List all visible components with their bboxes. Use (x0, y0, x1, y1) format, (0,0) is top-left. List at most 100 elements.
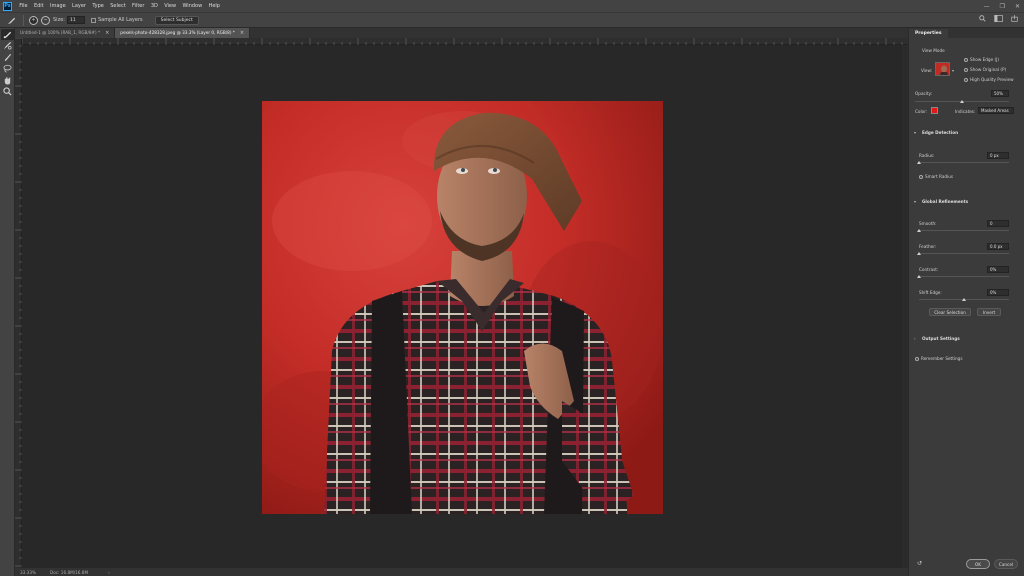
opacity-label: Opacity: (915, 91, 933, 96)
close-icon[interactable]: × (105, 28, 109, 38)
contrast-slider-track[interactable] (919, 276, 1009, 277)
menu-layer[interactable]: Layer (69, 0, 89, 12)
tab-label: Untitled-1 @ 100% (RAB_1, RGB/8#) * (20, 30, 101, 35)
chevron-down-icon[interactable]: ▾ (952, 68, 954, 73)
horizontal-ruler-ticks (21, 38, 903, 45)
view-mode-thumbnail[interactable] (935, 62, 950, 76)
smooth-label: Smooth: (919, 221, 937, 226)
smooth-input[interactable]: 0 (987, 220, 1009, 227)
quick-selection-tool-icon[interactable] (1, 29, 14, 40)
tab-label: pexels-photo-428328.jpeg @ 33.3% (Layer … (120, 30, 235, 35)
horizontal-ruler[interactable] (21, 38, 908, 45)
options-right-icons (979, 15, 1018, 24)
brush-tool-icon[interactable] (1, 52, 14, 63)
indicates-label: Indicates: (955, 109, 976, 114)
show-original-checkbox[interactable] (964, 68, 968, 72)
menu-window[interactable]: Window (179, 0, 205, 12)
tab-untitled-1[interactable]: Untitled-1 @ 100% (RAB_1, RGB/8#) * × (15, 28, 116, 38)
menu-3d[interactable]: 3D (148, 0, 161, 12)
vertical-ruler-ticks (15, 37, 22, 567)
reset-icon[interactable]: ↺ (917, 560, 922, 567)
smooth-slider-handle[interactable] (917, 229, 921, 232)
zoom-tool-icon[interactable] (1, 87, 14, 98)
view-mode-label: View Mode (922, 48, 945, 53)
close-icon[interactable]: × (240, 28, 244, 38)
hand-tool-icon[interactable] (1, 75, 14, 86)
properties-tab[interactable]: Properties (909, 29, 948, 38)
shift-edge-slider-handle[interactable] (962, 298, 966, 301)
minimize-icon[interactable]: — (984, 3, 990, 10)
menu-file[interactable]: File (16, 0, 31, 12)
remember-settings-label: Remember Settings (921, 356, 963, 361)
high-quality-preview-label: High Quality Preview (970, 77, 1014, 82)
view-mode-preview-icon (936, 63, 949, 75)
share-icon[interactable] (1011, 15, 1018, 24)
restore-icon[interactable]: ❐ (1000, 3, 1005, 10)
feather-slider-handle[interactable] (917, 252, 921, 255)
chevron-down-icon[interactable]: ▾ (914, 130, 916, 135)
subtract-from-selection-icon[interactable]: − (41, 15, 50, 25)
size-input[interactable]: 11 (66, 16, 85, 24)
ok-button[interactable]: OK (966, 559, 990, 569)
clear-selection-button[interactable]: Clear Selection (929, 308, 971, 316)
menu-edit[interactable]: Edit (31, 0, 47, 12)
add-to-selection-icon[interactable]: + (29, 15, 38, 25)
radius-label: Radius: (919, 153, 935, 158)
smart-radius-checkbox[interactable] (919, 175, 923, 179)
shift-edge-input[interactable]: 0% (987, 289, 1009, 296)
chevron-down-icon[interactable]: ▾ (914, 199, 916, 204)
show-original-label: Show Original (P) (970, 67, 1007, 72)
indicates-select[interactable]: Masked Areas (978, 107, 1014, 114)
menu-bar: Ps File Edit Image Layer Type Select Fil… (0, 0, 1024, 12)
tab-pexels-photo[interactable]: pexels-photo-428328.jpeg @ 33.3% (Layer … (115, 28, 251, 38)
contrast-input[interactable]: 0% (987, 266, 1009, 273)
workspace-icon[interactable] (994, 15, 1003, 24)
document-tabs: Untitled-1 @ 100% (RAB_1, RGB/8#) * × pe… (15, 28, 908, 38)
edge-detection-heading[interactable]: Edge Detection (922, 130, 958, 135)
chevron-right-icon[interactable]: › (914, 336, 916, 341)
zoom-level[interactable]: 33.33% (20, 570, 36, 575)
menu-filter[interactable]: Filter (129, 0, 148, 12)
doc-size: Doc: 16.8M/16.8M (49, 569, 89, 575)
feather-slider-track[interactable] (919, 253, 1009, 254)
overlay-color-swatch[interactable] (931, 107, 938, 114)
sample-all-layers-checkbox[interactable] (90, 17, 96, 23)
view-label: View: (921, 68, 933, 73)
remember-settings-checkbox[interactable] (915, 357, 919, 361)
menu-type[interactable]: Type (89, 0, 107, 12)
radius-slider-handle[interactable] (917, 161, 921, 164)
select-subject-button[interactable]: Select Subject (154, 15, 199, 25)
global-refinements-heading[interactable]: Global Refinements (922, 199, 968, 204)
smooth-slider-track[interactable] (919, 230, 1009, 231)
radius-slider-track[interactable] (919, 162, 1009, 163)
document-image[interactable] (262, 101, 663, 514)
sample-all-layers-label: Sample All Layers (97, 17, 143, 23)
search-icon[interactable] (979, 15, 986, 24)
show-edge-checkbox[interactable] (964, 58, 968, 62)
refine-edge-brush-icon[interactable] (1, 41, 14, 52)
invert-button[interactable]: Invert (977, 308, 1001, 316)
opacity-input[interactable]: 50% (991, 90, 1009, 97)
menu-help[interactable]: Help (205, 0, 223, 12)
properties-panel: Properties View Mode View: ▾ Show Edge (… (908, 28, 1024, 576)
contrast-slider-handle[interactable] (917, 275, 921, 278)
cancel-button[interactable]: Cancel (994, 559, 1018, 569)
opacity-slider-handle[interactable] (960, 100, 964, 103)
lasso-tool-icon[interactable] (1, 64, 14, 75)
options-bar: + − Size: 11 Sample All Layers Select Su… (0, 12, 1024, 28)
radius-input[interactable]: 0 px (987, 152, 1009, 159)
menu-select[interactable]: Select (107, 0, 129, 12)
feather-input[interactable]: 0.0 px (987, 243, 1009, 250)
menu-view[interactable]: View (161, 0, 179, 12)
vertical-ruler[interactable] (15, 37, 22, 568)
output-settings-heading[interactable]: Output Settings (922, 336, 960, 341)
menu-image[interactable]: Image (47, 0, 69, 12)
status-menu-arrow[interactable]: › (108, 570, 110, 575)
tools-panel (0, 28, 15, 576)
close-icon[interactable]: ✕ (1015, 3, 1020, 10)
shift-edge-label: Shift Edge: (919, 290, 942, 295)
contrast-label: Contrast: (919, 267, 939, 272)
brush-tool-preset-icon[interactable] (4, 14, 18, 26)
photoshop-logo-icon: Ps (3, 1, 12, 11)
high-quality-preview-checkbox[interactable] (964, 78, 968, 82)
